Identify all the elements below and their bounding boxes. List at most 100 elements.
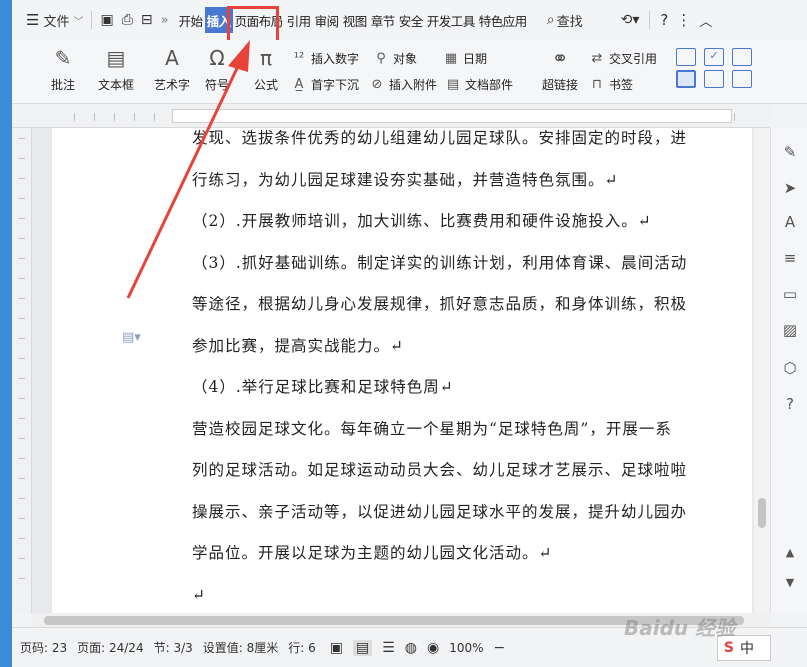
textbox-button[interactable]: ▤ 文本框 [94,44,138,93]
symbol-button[interactable]: Ω 符号 [200,44,234,93]
search-button[interactable]: ⌕ 查找 [543,6,587,34]
print-icon[interactable]: ⊟ [137,6,157,34]
tab-special[interactable]: 特色应用 [477,7,529,33]
sync-icon[interactable]: ⟲▾ [617,6,644,34]
export-icon[interactable]: ⎙ [118,6,137,34]
textbox-label: 文本框 [97,78,134,92]
scroll-up-icon[interactable]: ▲ [780,542,800,562]
paragraph-icon[interactable]: ▤▾ [122,330,141,345]
form-controls-group: ✓ [676,48,756,88]
cross-ref-label: 交叉引用 [609,51,658,66]
status-setting: 设置值: 8厘米 [202,641,279,655]
form-frame-icon[interactable] [676,70,696,88]
form-radio-icon[interactable] [704,70,724,88]
form-textbox-icon[interactable] [676,48,696,66]
date-label: 日期 [463,51,488,66]
zoom-level[interactable]: 100% [449,641,483,655]
date-button[interactable]: ▦ 日期 [442,49,487,67]
hyperlink-button[interactable]: ⚭ 超链接 [537,44,583,93]
text-line: 学品位。开展以足球为主题的幼儿园文化活动。↵ [192,544,553,562]
more-icon[interactable]: » [157,6,173,34]
text-line: 发现、选拔条件优秀的幼儿组建幼儿园足球队。安排固定的时段，进 [192,129,688,147]
formula-label: 公式 [253,78,278,92]
pen-icon[interactable]: ✎ [780,142,800,162]
text-line: 营造校园足球文化。每年确立一个星期为“足球特色周”，开展一系 [192,419,672,438]
more-options-icon[interactable]: ⋮ [672,6,695,34]
tab-security[interactable]: 安全 [397,7,425,33]
document-page[interactable]: ▤▾ 发现、选拔条件优秀的幼儿组建幼儿园足球队。安排固定的时段，进 行练习，为幼… [52,128,752,613]
tab-review[interactable]: 审阅 [313,7,341,33]
insert-number-label: 插入数字 [311,51,360,66]
bookmark-button[interactable]: ⊓ 书签 [588,75,633,93]
wordart-button[interactable]: A 艺术字 [150,44,194,93]
hyperlink-label: 超链接 [541,78,578,92]
view-web-icon[interactable]: ◍ [405,640,417,656]
help-circle-icon[interactable]: ? [780,394,800,414]
view-page-icon[interactable]: ▤ [353,639,373,656]
link-icon: ⚭ [551,46,569,70]
zoom-out-icon[interactable]: − [494,640,506,656]
status-bar: 页码: 23 页面: 24/24 节: 3/3 设置值: 8厘米 行: 6 ▣ … [12,627,807,667]
file-menu[interactable]: ☰ 文件 ﹀ [22,6,87,34]
tab-view[interactable]: 视图 [341,7,369,33]
tab-home[interactable]: 开始 [177,7,205,33]
vertical-scrollbar[interactable] [754,128,770,613]
status-page-code: 页码: 23 [20,641,68,655]
drop-cap-button[interactable]: A̲ 首字下沉 [290,75,359,93]
tab-references[interactable]: 引用 [285,7,313,33]
scroll-down-icon[interactable]: ▼ [780,572,800,592]
chevron-down-icon: ﹀ [73,16,84,28]
tab-chapter[interactable]: 章节 [369,7,397,33]
form-checkbox-icon[interactable]: ✓ [704,48,724,66]
save-icon[interactable]: ▣ [96,6,117,34]
view-read-icon[interactable]: ▣ [330,640,343,656]
insert-attachment-label: 插入附件 [389,77,438,92]
adjust-icon[interactable]: ≡ [780,248,800,268]
object-button[interactable]: ⚲ 对象 [372,49,417,67]
style-icon[interactable]: A [780,212,800,232]
symbol-label: 符号 [204,78,229,92]
eye-icon[interactable]: ◉ [427,640,439,656]
ruler-marks-vertical [19,138,25,598]
formula-button[interactable]: π 公式 [248,44,284,93]
tab-insert[interactable]: 插入 [204,7,233,33]
shield-icon[interactable]: ⬡ [780,358,800,378]
textbox-icon: ▤ [106,46,126,70]
horizontal-ruler[interactable] [12,104,770,128]
horizontal-scroll-thumb[interactable] [44,616,744,625]
bookmark-icon: ⊓ [591,76,603,92]
insert-attachment-button[interactable]: ⊘ 插入附件 [368,75,437,93]
text-line: 等途径，根据幼儿身心发展规律，抓好意志品质，和身体训练，积极 [192,295,688,313]
archive-icon[interactable]: ▭ [780,284,800,304]
tab-developer[interactable]: 开发工具 [425,7,477,33]
text-line: （4）.举行足球比赛和足球特色周↵ [192,378,454,396]
insert-number-button[interactable]: ¹² 插入数字 [290,49,359,67]
app-window: ☰ 文件 ﹀ ▣ ⎙ ⊟ » 开始 插入 页面布局 引用 审阅 视图 章节 安全… [12,0,807,667]
form-lock-icon[interactable] [732,70,752,88]
divider [649,11,651,29]
image-icon[interactable]: ▨ [780,320,800,340]
ime-label: 中 [740,640,754,657]
tab-page-layout[interactable]: 页面布局 [233,7,285,33]
select-icon[interactable]: ➤ [780,178,800,198]
ime-badge[interactable]: S 中 [716,634,771,661]
collapse-ribbon-icon[interactable]: ︿ [695,6,716,34]
help-icon[interactable]: ? [656,6,672,34]
cross-ref-button[interactable]: ⇄ 交叉引用 [588,49,657,67]
ruler-text-area [172,109,732,123]
object-icon: ⚲ [376,50,386,66]
search-icon: ⌕ [546,12,555,28]
comment-button[interactable]: ✎ 批注 [41,44,85,93]
formula-icon: π [259,46,273,70]
vertical-ruler[interactable] [12,128,32,613]
doc-parts-button[interactable]: ▤ 文档部件 [444,75,513,93]
doc-parts-icon: ▤ [446,76,460,92]
hamburger-icon: ☰ [26,11,40,29]
ime-logo-icon: S [723,639,734,656]
scroll-thumb[interactable] [758,498,766,528]
file-menu-label: 文件 [43,14,70,30]
document-text: 发现、选拔条件优秀的幼儿组建幼儿园足球队。安排固定的时段，进 行练习，为幼儿园足… [192,128,754,613]
form-list-icon[interactable] [732,48,752,66]
view-outline-icon[interactable]: ☰ [382,640,395,656]
drop-cap-icon: A̲ [294,76,304,92]
